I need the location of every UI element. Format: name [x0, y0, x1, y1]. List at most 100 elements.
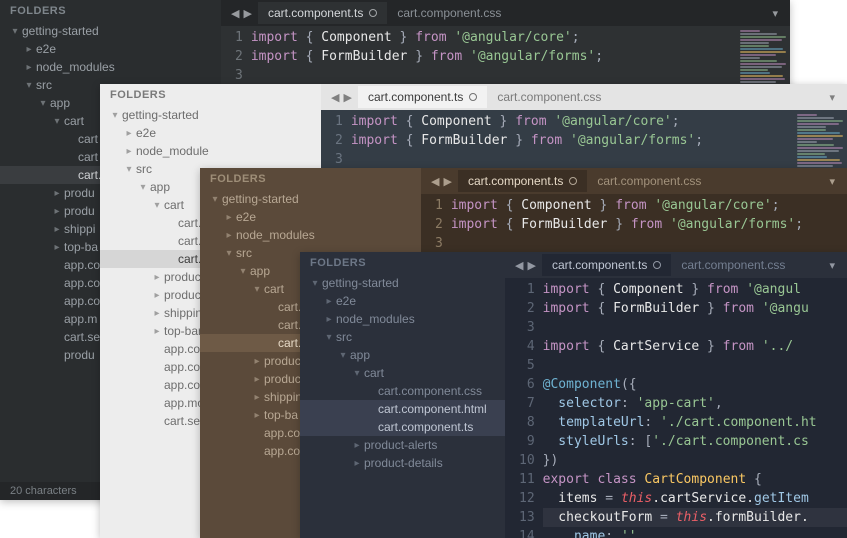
nav-forward-icon[interactable]: ▶: [443, 175, 451, 188]
tab-history-nav[interactable]: ◀▶: [509, 259, 542, 272]
tree-folder[interactable]: ▸e2e: [200, 208, 421, 226]
minimap-row: [740, 39, 782, 41]
minimap-row: [797, 120, 843, 122]
tree-item-label: app: [250, 264, 270, 278]
tree-folder[interactable]: ▸e2e: [0, 40, 221, 58]
minimap-row: [740, 45, 769, 47]
minimap-row: [740, 57, 760, 59]
token: FormBuilder: [421, 133, 507, 148]
token: './cart.component.cs: [652, 434, 809, 449]
nav-back-icon[interactable]: ◀: [431, 175, 439, 188]
tree-item-label: produc: [264, 354, 301, 368]
tab-active[interactable]: cart.component.ts: [358, 86, 487, 108]
token: '@angular/core': [654, 198, 771, 213]
tree-item-label: app.co: [64, 294, 100, 308]
token: FormBuilder: [521, 217, 607, 232]
tab-label: cart.component.css: [597, 174, 701, 188]
chevron-right-icon: ▸: [22, 44, 36, 55]
minimap-row: [797, 114, 817, 116]
token: name: [543, 529, 606, 538]
tab-inactive[interactable]: cart.component.css: [587, 170, 711, 192]
tab-history-nav[interactable]: ◀▶: [225, 7, 258, 20]
tree-folder[interactable]: ▾getting-started: [0, 22, 221, 40]
tabs-dropdown-icon[interactable]: ▾: [821, 175, 843, 188]
tab-inactive[interactable]: cart.component.css: [671, 254, 795, 276]
tree-folder[interactable]: ▸node_modules: [0, 58, 221, 76]
tabs-dropdown-icon[interactable]: ▾: [821, 259, 843, 272]
tab-inactive[interactable]: cart.component.css: [387, 2, 511, 24]
tree-file[interactable]: ▸cart.component.html: [300, 400, 505, 418]
tree-item-label: src: [336, 330, 352, 344]
tab-history-nav[interactable]: ◀▶: [325, 91, 358, 104]
minimap-row: [740, 30, 760, 32]
tree-item-label: app.co: [264, 426, 300, 440]
code-line: @Component({: [543, 375, 847, 394]
line-number: 2: [519, 299, 535, 318]
token: =: [652, 510, 675, 525]
tab-active[interactable]: cart.component.ts: [458, 170, 587, 192]
tree-folder[interactable]: ▾cart: [300, 364, 505, 382]
token: {: [406, 114, 422, 129]
tab-active[interactable]: cart.component.ts: [258, 2, 387, 24]
tree-item-label: app: [350, 348, 370, 362]
tab-label: cart.component.ts: [368, 90, 463, 104]
line-number: 12: [519, 489, 535, 508]
editor-window: FOLDERS▾getting-started▸e2e▸node_modules…: [300, 252, 847, 538]
tree-folder[interactable]: ▾src: [300, 328, 505, 346]
chevron-down-icon: ▾: [322, 332, 336, 343]
tree-item-label: src: [136, 162, 152, 176]
nav-back-icon[interactable]: ◀: [231, 7, 239, 20]
tree-file[interactable]: ▸cart.component.ts: [300, 418, 505, 436]
tab-bar: ◀▶cart.component.tscart.component.css▾: [221, 0, 790, 26]
nav-forward-icon[interactable]: ▶: [343, 91, 351, 104]
line-number: 3: [435, 234, 443, 253]
tree-item-label: cart.: [78, 168, 101, 182]
tree-item-label: node_modules: [36, 60, 115, 74]
tree-folder[interactable]: ▾app: [300, 346, 505, 364]
tree-folder[interactable]: ▸product-details: [300, 454, 505, 472]
minimap-row: [740, 42, 769, 44]
line-number: 2: [435, 215, 443, 234]
nav-forward-icon[interactable]: ▶: [527, 259, 535, 272]
code-content[interactable]: import { Component } from '@angulimport …: [543, 278, 847, 538]
nav-forward-icon[interactable]: ▶: [243, 7, 251, 20]
line-number: 7: [519, 394, 535, 413]
tree-file[interactable]: ▸cart.component.css: [300, 382, 505, 400]
tabs-dropdown-icon[interactable]: ▾: [821, 91, 843, 104]
nav-back-icon[interactable]: ◀: [331, 91, 339, 104]
tree-folder[interactable]: ▸e2e: [300, 292, 505, 310]
code-line: styleUrls: ['./cart.component.cs: [543, 432, 847, 451]
tab-label: cart.component.css: [681, 258, 785, 272]
code-line: import { Component } from '@angular/core…: [351, 112, 793, 131]
tree-item-label: cart: [78, 150, 98, 164]
token: from: [715, 301, 762, 316]
minimap-row: [797, 147, 843, 149]
tree-folder[interactable]: ▸product-alerts: [300, 436, 505, 454]
tab-inactive[interactable]: cart.component.css: [487, 86, 611, 108]
token: import: [351, 133, 406, 148]
code-area: 1234567891011121314import { Component } …: [505, 278, 847, 538]
tree-folder[interactable]: ▾getting-started: [100, 106, 321, 124]
tree-folder[interactable]: ▾getting-started: [200, 190, 421, 208]
code-line: import { FormBuilder } from '@angu: [543, 299, 847, 318]
tree-folder[interactable]: ▸e2e: [100, 124, 321, 142]
token: :: [605, 529, 621, 538]
token: export: [543, 472, 598, 487]
tree-folder[interactable]: ▾getting-started: [300, 274, 505, 292]
token: '@angular/forms': [670, 217, 795, 232]
tree-folder[interactable]: ▸node_modules: [200, 226, 421, 244]
tree-folder[interactable]: ▸node_module: [100, 142, 321, 160]
token: styleUrls: [543, 434, 629, 449]
token: from: [607, 198, 654, 213]
nav-back-icon[interactable]: ◀: [515, 259, 523, 272]
token: templateUrl: [543, 415, 645, 430]
tree-folder[interactable]: ▸node_modules: [300, 310, 505, 328]
tree-item-label: getting-started: [322, 276, 399, 290]
tabs-dropdown-icon[interactable]: ▾: [764, 7, 786, 20]
token: ;: [695, 133, 703, 148]
tab-history-nav[interactable]: ◀▶: [425, 175, 458, 188]
line-number: 1: [435, 196, 443, 215]
tab-active[interactable]: cart.component.ts: [542, 254, 671, 276]
token: '../: [762, 339, 793, 354]
tree-item-label: top-bar: [164, 324, 202, 338]
